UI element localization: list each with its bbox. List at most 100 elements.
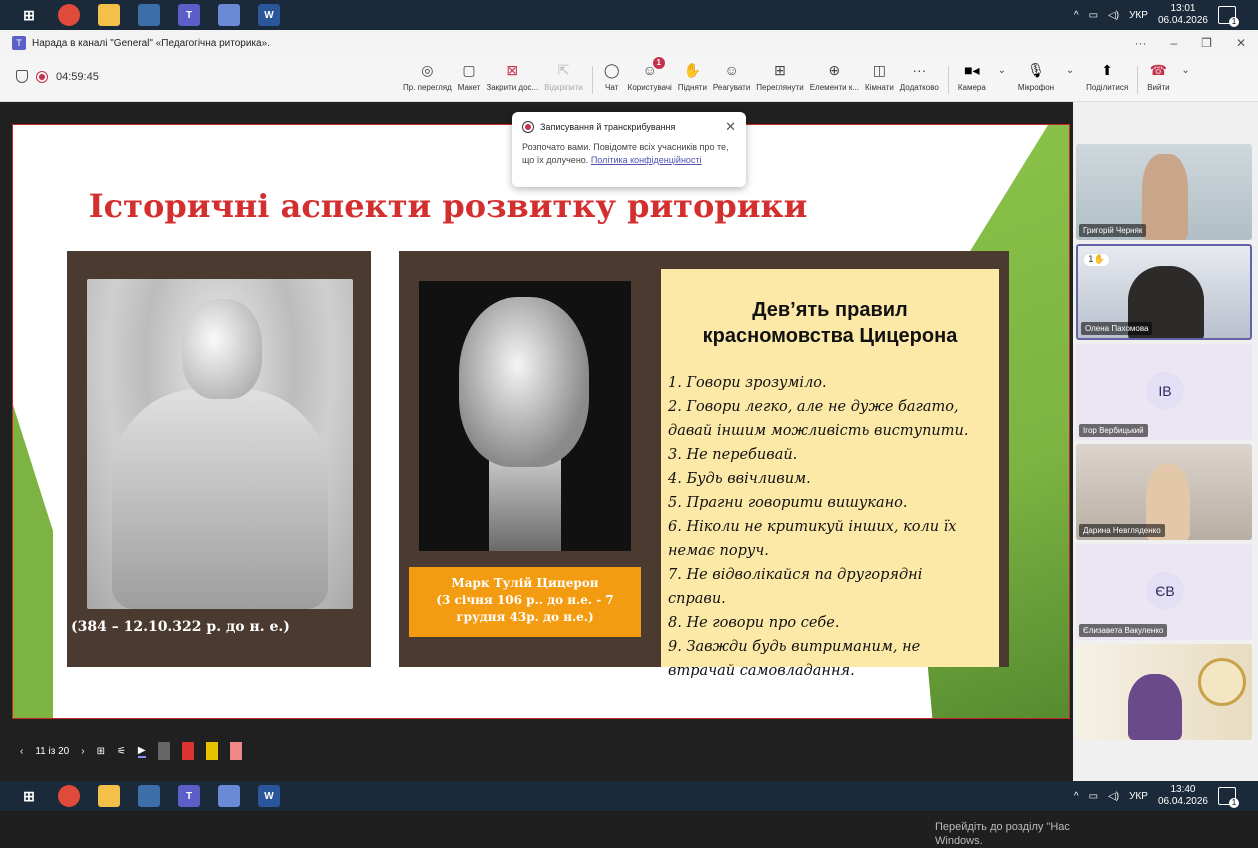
recording-status: 04:59:45 xyxy=(16,70,99,83)
participant-name: Дарина Невгляденко xyxy=(1079,524,1165,537)
chat-button[interactable]: ◯ Чат xyxy=(599,60,625,93)
window-titlebar: T Нарада в каналі "General" «Педагогічна… xyxy=(0,30,1258,56)
file-explorer-icon[interactable] xyxy=(98,4,120,26)
system-tray: ^ ▭ ◁) УКР 13:01 06.04.2026 1 xyxy=(1074,0,1239,30)
participant-tile[interactable]: ІВ Ігор Вербицький xyxy=(1076,344,1252,440)
tool-label: Відкріпити xyxy=(544,83,583,92)
volume-icon[interactable]: ◁) xyxy=(1108,10,1119,21)
language-indicator[interactable]: УКР xyxy=(1129,10,1148,21)
camera-button[interactable]: ■◂ Камера xyxy=(955,60,989,93)
chevron-up-icon[interactable]: ^ xyxy=(1074,10,1079,21)
participant-tile[interactable]: Дарина Невгляденко xyxy=(1076,444,1252,540)
tool-label: Мікрофон xyxy=(1017,83,1055,92)
app-icon-2[interactable] xyxy=(218,785,240,807)
watermark-line: Перейдіть до розділу "Нас xyxy=(935,821,1070,833)
rule-line: 4. Будь ввічливим. xyxy=(668,471,811,487)
pointer-icon[interactable]: ▶ xyxy=(137,745,146,758)
prev-slide-button[interactable]: ‹ xyxy=(20,746,23,757)
apps-button[interactable]: ⊕ Елементи к... xyxy=(807,60,862,93)
slide-counter: 11 із 20 xyxy=(35,745,70,757)
participant-tile[interactable]: ЄВ Єлизавета Вакуленко xyxy=(1076,544,1252,640)
mic-button[interactable]: 🎙 Мікрофон xyxy=(1015,60,1057,93)
chrome-icon[interactable] xyxy=(58,785,80,807)
react-button[interactable]: ☺ Реагувати xyxy=(710,60,753,92)
highlighter-icon[interactable] xyxy=(205,742,218,760)
share-button[interactable]: ⬆ Поділитися xyxy=(1083,60,1131,93)
people-button[interactable]: ☺ 1 Користувачі xyxy=(625,57,675,92)
word-icon[interactable]: W xyxy=(258,785,280,807)
rules-box: Дев’ять правил красномовства Цицерона 1.… xyxy=(661,269,999,679)
caption-line: Марк Тулій Цицерон xyxy=(451,576,599,590)
cicero-panel: Марк Тулій Цицерон (3 січня 106 р.. до н… xyxy=(399,251,1009,679)
raise-hand-button[interactable]: ✋ Підняти xyxy=(675,60,710,93)
clock[interactable]: 13:40 06.04.2026 xyxy=(1158,784,1208,808)
unpin-button[interactable]: ⇱ Відкріпити xyxy=(541,60,585,93)
more-button[interactable]: ··· Додатково xyxy=(897,60,942,92)
volume-icon[interactable]: ◁) xyxy=(1108,791,1119,802)
notification-icon[interactable]: 1 xyxy=(1218,6,1239,27)
clock[interactable]: 13:01 06.04.2026 xyxy=(1158,3,1208,27)
restore-button[interactable]: ❐ xyxy=(1201,36,1212,50)
close-share-icon: ⊠ xyxy=(506,61,519,78)
layout-button[interactable]: ▢ Макет xyxy=(455,60,484,93)
more-icon: ··· xyxy=(912,62,927,78)
view-button[interactable]: ⊞ Переглянути xyxy=(753,60,806,93)
close-window-button[interactable]: ✕ xyxy=(1236,36,1246,50)
grid-view-icon[interactable]: ⊞ xyxy=(97,746,105,757)
leave-options-button[interactable]: ⌄ xyxy=(1173,60,1199,83)
mic-options-button[interactable]: ⌄ xyxy=(1057,60,1083,83)
stop-sharing-button[interactable]: ⊠ Закрити дос... xyxy=(483,60,541,93)
participant-tile[interactable]: Григорій Черняк xyxy=(1076,144,1252,240)
chrome-icon[interactable] xyxy=(58,4,80,26)
tool-label: Чат xyxy=(605,83,619,92)
recording-icon xyxy=(36,70,48,83)
app-icon-2[interactable] xyxy=(218,4,240,26)
popup-header: Записування й транскрибування ✕ xyxy=(512,112,746,135)
next-slide-button[interactable]: › xyxy=(81,746,84,757)
app-icon[interactable] xyxy=(138,4,160,26)
system-tray: ^ ▭ ◁) УКР 13:40 06.04.2026 1 xyxy=(1074,781,1239,811)
windows-start-icon[interactable]: ⊞ xyxy=(18,4,40,26)
tool-label: Макет xyxy=(457,83,481,92)
language-indicator[interactable]: УКР xyxy=(1129,791,1148,802)
apps-icon: ⊕ xyxy=(828,61,841,78)
notification-icon[interactable]: 1 xyxy=(1218,787,1239,808)
participant-video xyxy=(1128,674,1182,740)
minimize-button[interactable]: – xyxy=(1170,36,1177,50)
camera-options-button[interactable]: ⌄ xyxy=(989,60,1015,83)
settings-icon[interactable]: ⚟ xyxy=(117,746,126,757)
participant-tile[interactable] xyxy=(1076,644,1252,740)
caption-line: (3 січня 106 р.. до н.е. - 7 xyxy=(436,593,614,607)
rule-line: 9. Завжди будь витриманим, не xyxy=(668,639,921,655)
chevron-up-icon[interactable]: ^ xyxy=(1074,791,1079,802)
hand-queue-number: 1 xyxy=(1088,255,1094,265)
red-pen-icon[interactable] xyxy=(181,742,194,760)
chevron-down-icon: ⌄ xyxy=(1065,64,1075,76)
tool-label: Додатково xyxy=(899,83,939,92)
privacy-policy-link[interactable]: Політика конфіденційності xyxy=(591,155,702,165)
rooms-button[interactable]: ◫ Кімнати xyxy=(862,60,897,93)
network-icon[interactable]: ▭ xyxy=(1089,10,1098,21)
teams-icon[interactable]: T xyxy=(178,785,200,807)
statue-head xyxy=(182,299,262,399)
pen-icon[interactable] xyxy=(157,742,170,760)
network-icon[interactable]: ▭ xyxy=(1089,791,1098,802)
leave-button[interactable]: ☎ Вийти xyxy=(1144,60,1172,93)
caption-line: грудня 43р. до н.е.) xyxy=(456,610,594,624)
more-options-icon[interactable]: ··· xyxy=(1134,36,1146,50)
tool-label: Кімнати xyxy=(865,83,894,92)
windows-start-icon[interactable]: ⊞ xyxy=(18,785,40,807)
preview-button[interactable]: ◎ Пр. перегляд xyxy=(400,60,455,93)
react-icon: ☺ xyxy=(724,62,739,78)
app-icon[interactable] xyxy=(138,785,160,807)
close-icon[interactable]: ✕ xyxy=(725,119,736,135)
rule-line: 2. Говори легко, але не дуже багато, xyxy=(668,399,959,415)
participant-tile[interactable]: 1✋ Олена Пахомова xyxy=(1076,244,1252,340)
word-icon[interactable]: W xyxy=(258,4,280,26)
notification-count: 1 xyxy=(1229,798,1239,808)
window-title: Нарада в каналі "General" «Педагогічна р… xyxy=(32,37,270,49)
file-explorer-icon[interactable] xyxy=(98,785,120,807)
eraser-icon[interactable] xyxy=(229,742,242,760)
teams-icon[interactable]: T xyxy=(178,4,200,26)
layout-icon: ▢ xyxy=(462,61,476,78)
